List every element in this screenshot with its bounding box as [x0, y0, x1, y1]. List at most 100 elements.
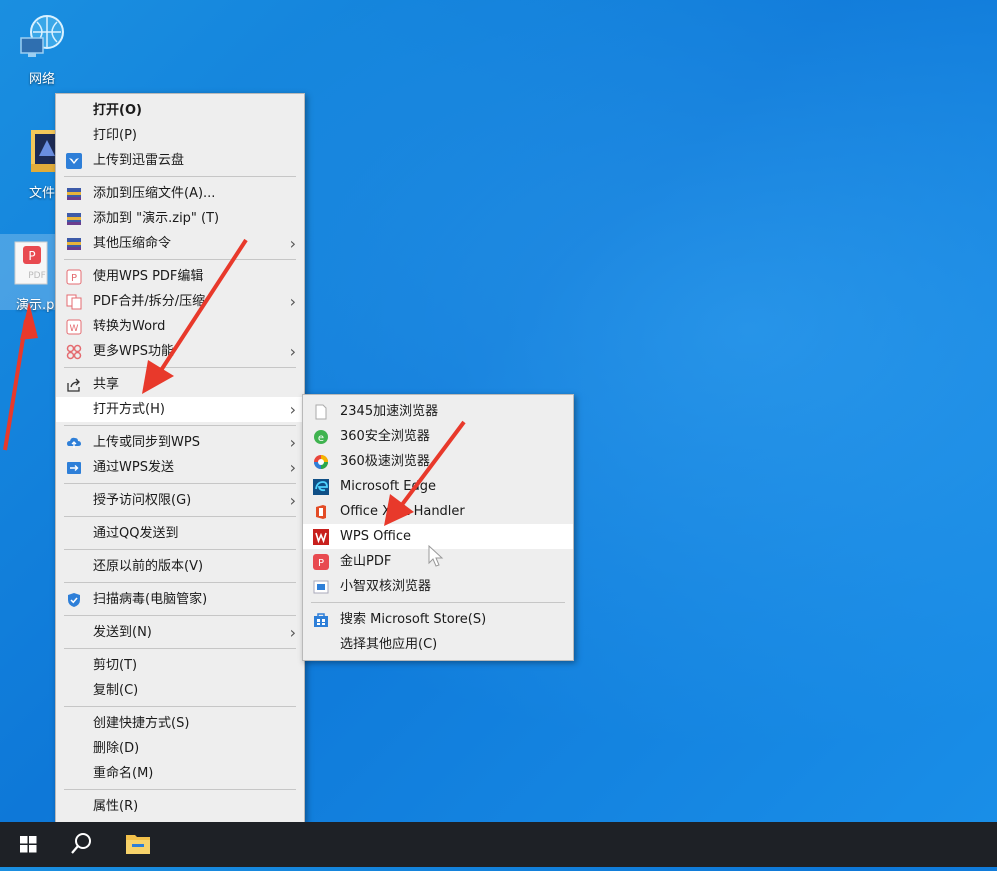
menu-item-label: 360极速浏览器	[340, 454, 430, 469]
menu-item-send-wps[interactable]: 通过WPS发送 ›	[56, 455, 304, 480]
desktop-icon-label: 演示.p	[16, 298, 55, 313]
xiaozhi-browser-icon	[313, 580, 329, 594]
chevron-right-icon: ›	[289, 623, 296, 642]
menu-item-add-archive[interactable]: 添加到压缩文件(A)...	[56, 181, 304, 206]
menu-item-label: 发送到(N)	[93, 625, 152, 640]
archive-icon	[67, 238, 81, 250]
menu-item-scan-virus[interactable]: 扫描病毒(电脑管家)	[56, 587, 304, 612]
menu-item-convert-word[interactable]: W 转换为Word	[56, 314, 304, 339]
open-with-360-speed[interactable]: 360极速浏览器	[303, 449, 573, 474]
open-with-wps-office[interactable]: WPS Office	[303, 524, 573, 549]
menu-item-properties[interactable]: 属性(R)	[56, 794, 304, 819]
menu-item-copy[interactable]: 复制(C)	[56, 678, 304, 703]
office-icon	[316, 505, 326, 519]
blank-file-icon	[315, 404, 327, 420]
menu-item-label: 打开方式(H)	[93, 402, 165, 417]
360-speed-browser-icon	[314, 455, 328, 469]
menu-item-label: 扫描病毒(电脑管家)	[93, 592, 208, 607]
pdf-merge-icon	[66, 294, 82, 310]
svg-text:e: e	[318, 433, 324, 444]
open-with-xiaozhi-browser[interactable]: 小智双核浏览器	[303, 574, 573, 599]
open-with-office-xml[interactable]: Office XML Handler	[303, 499, 573, 524]
desktop-icon-pdf-file[interactable]: P PDF 演示.p	[0, 234, 56, 313]
menu-item-label: 还原以前的版本(V)	[93, 559, 204, 574]
network-globe-icon	[20, 15, 64, 57]
menu-item-upload-wps[interactable]: 上传或同步到WPS ›	[56, 430, 304, 455]
taskbar-file-explorer-button[interactable]	[113, 822, 163, 867]
menu-separator	[64, 425, 296, 426]
menu-item-rename[interactable]: 重命名(M)	[56, 761, 304, 786]
open-with-360-safe[interactable]: e 360安全浏览器	[303, 424, 573, 449]
menu-separator	[64, 706, 296, 707]
svg-text:P: P	[71, 273, 77, 284]
menu-item-pdf-merge[interactable]: PDF合并/拆分/压缩 ›	[56, 289, 304, 314]
menu-item-label: 使用WPS PDF编辑	[93, 269, 204, 284]
share-icon	[67, 378, 80, 392]
chevron-right-icon: ›	[289, 433, 296, 452]
menu-item-wps-more[interactable]: 更多WPS功能 ›	[56, 339, 304, 364]
archive-icon	[67, 188, 81, 200]
menu-item-label: 转换为Word	[93, 319, 166, 334]
menu-item-create-shortcut[interactable]: 创建快捷方式(S)	[56, 711, 304, 736]
menu-separator	[64, 789, 296, 790]
menu-separator	[64, 582, 296, 583]
menu-item-qq-send[interactable]: 通过QQ发送到	[56, 521, 304, 546]
menu-item-label: 重命名(M)	[93, 766, 154, 781]
menu-item-label: 剪切(T)	[93, 658, 138, 673]
menu-item-send-to[interactable]: 发送到(N) ›	[56, 620, 304, 645]
taskbar	[0, 822, 997, 867]
menu-item-label: PDF合并/拆分/压缩	[93, 294, 206, 309]
menu-item-label: Microsoft Edge	[340, 479, 437, 494]
menu-separator	[64, 176, 296, 177]
start-windows-icon	[20, 836, 37, 853]
menu-item-label: 属性(R)	[93, 799, 139, 814]
menu-item-restore-versions[interactable]: 还原以前的版本(V)	[56, 554, 304, 579]
menu-item-label: 2345加速浏览器	[340, 404, 439, 419]
start-button[interactable]	[3, 822, 53, 867]
convert-word-icon: W	[66, 319, 82, 335]
open-with-submenu: 2345加速浏览器 e 360安全浏览器 360极速浏览器 Microsoft …	[302, 394, 574, 661]
menu-item-share[interactable]: 共享	[56, 372, 304, 397]
open-with-search-store[interactable]: 搜索 Microsoft Store(S)	[303, 607, 573, 632]
menu-item-open-with[interactable]: 打开方式(H) ›	[56, 397, 304, 422]
svg-text:PDF: PDF	[28, 271, 46, 281]
menu-item-label: 搜索 Microsoft Store(S)	[340, 612, 487, 627]
menu-item-cut[interactable]: 剪切(T)	[56, 653, 304, 678]
open-with-edge[interactable]: Microsoft Edge	[303, 474, 573, 499]
menu-item-open[interactable]: 打开(O)	[56, 98, 304, 123]
antivirus-shield-icon	[68, 593, 80, 607]
menu-separator	[64, 483, 296, 484]
open-with-2345-browser[interactable]: 2345加速浏览器	[303, 399, 573, 424]
menu-item-label: Office XML Handler	[340, 504, 465, 519]
menu-item-label: 通过QQ发送到	[93, 526, 179, 541]
menu-item-print[interactable]: 打印(P)	[56, 123, 304, 148]
open-with-kingsoft-pdf[interactable]: P 金山PDF	[303, 549, 573, 574]
menu-separator	[64, 648, 296, 649]
menu-item-label: 打开(O)	[93, 103, 142, 118]
chevron-right-icon: ›	[289, 342, 296, 361]
taskbar-search-button[interactable]	[56, 822, 106, 867]
chevron-right-icon: ›	[289, 458, 296, 477]
menu-item-other-compress[interactable]: 其他压缩命令 ›	[56, 231, 304, 256]
xunlei-cloud-icon	[66, 153, 82, 169]
desktop-icon-network[interactable]: 网络	[7, 12, 77, 87]
menu-item-label: 打印(P)	[93, 128, 137, 143]
menu-item-label: 更多WPS功能	[93, 344, 174, 359]
menu-item-grant-access[interactable]: 授予访问权限(G) ›	[56, 488, 304, 513]
menu-item-add-zip[interactable]: 添加到 "演示.zip" (T)	[56, 206, 304, 231]
menu-item-label: 上传或同步到WPS	[93, 435, 200, 450]
menu-separator	[64, 549, 296, 550]
menu-item-delete[interactable]: 删除(D)	[56, 736, 304, 761]
menu-separator	[64, 367, 296, 368]
menu-separator	[64, 516, 296, 517]
menu-item-upload-xunlei[interactable]: 上传到迅雷云盘	[56, 148, 304, 173]
menu-item-label: 复制(C)	[93, 683, 139, 698]
wps-cloud-icon	[67, 437, 81, 448]
open-with-choose-other[interactable]: 选择其他应用(C)	[303, 632, 573, 657]
menu-item-label: 添加到 "演示.zip" (T)	[93, 211, 220, 226]
wps-more-icon	[66, 344, 82, 360]
360-safe-browser-icon: e	[314, 430, 328, 444]
menu-item-label: 添加到压缩文件(A)...	[93, 186, 216, 201]
menu-item-wps-pdf-edit[interactable]: P 使用WPS PDF编辑	[56, 264, 304, 289]
svg-text:P: P	[28, 249, 35, 263]
